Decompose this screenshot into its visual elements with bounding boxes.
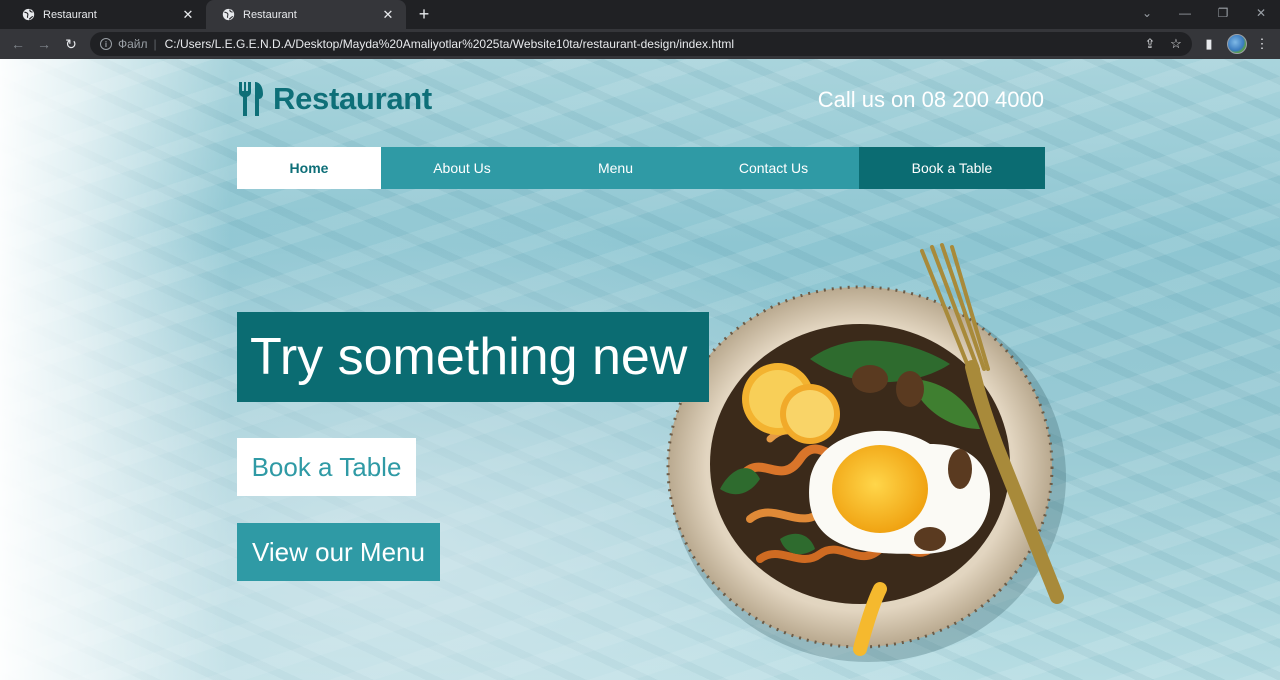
logo-text: Restaurant	[273, 81, 432, 116]
tab-restaurant-1[interactable]: Restaurant ✕	[6, 0, 206, 29]
phone-text: Call us on 08 200 4000	[817, 87, 1044, 112]
side-panel-icon[interactable]: ▮	[1199, 34, 1219, 54]
tab-strip: Restaurant ✕ Restaurant ✕ + ⌄ — ❐ ✕	[0, 0, 1280, 29]
info-icon[interactable]: i	[100, 38, 112, 50]
window-close-icon[interactable]: ✕	[1242, 0, 1280, 26]
tab-title: Restaurant	[243, 8, 297, 21]
site-logo[interactable]: Restaurant	[237, 81, 432, 117]
tab-restaurant-2[interactable]: Restaurant ✕	[206, 0, 406, 29]
nav-home[interactable]: Home	[237, 147, 381, 189]
globe-icon	[22, 8, 35, 21]
browser-toolbar: ← → ↻ i Файл | C:/Users/L.E.G.E.N.D.A/De…	[0, 29, 1280, 59]
restore-icon[interactable]: ❐	[1204, 0, 1242, 26]
reload-icon[interactable]: ↻	[60, 33, 82, 55]
nav-menu[interactable]: Menu	[543, 147, 688, 189]
food-plate-image	[666, 243, 1066, 662]
nav-book-a-table[interactable]: Book a Table	[859, 147, 1045, 189]
main-nav: Home About Us Menu Contact Us Book a Tab…	[237, 147, 1045, 189]
url-text[interactable]: C:/Users/L.E.G.E.N.D.A/Desktop/Mayda%20A…	[165, 37, 734, 51]
scheme-separator: |	[153, 37, 157, 51]
tab-title: Restaurant	[43, 8, 97, 21]
close-icon[interactable]: ✕	[380, 7, 396, 23]
share-icon[interactable]: ⇪	[1140, 34, 1160, 54]
close-icon[interactable]: ✕	[180, 7, 196, 23]
nav-about-us[interactable]: About Us	[381, 147, 543, 189]
hero-title: Try something new	[237, 312, 709, 402]
star-icon[interactable]: ☆	[1166, 34, 1186, 54]
cutlery-icon	[239, 82, 263, 116]
plus-icon[interactable]: +	[414, 4, 434, 24]
forward-icon[interactable]: →	[33, 33, 55, 55]
profile-avatar[interactable]	[1227, 34, 1247, 54]
book-a-table-button[interactable]: Book a Table	[237, 438, 416, 496]
back-icon[interactable]: ←	[7, 33, 29, 55]
minimize-icon[interactable]: —	[1166, 0, 1204, 26]
menu-icon[interactable]: ⋮	[1252, 34, 1272, 54]
page-viewport: Restaurant Call us on 08 200 4000 Home A…	[0, 59, 1280, 680]
nav-contact-us[interactable]: Contact Us	[688, 147, 859, 189]
address-bar[interactable]: i Файл | C:/Users/L.E.G.E.N.D.A/Desktop/…	[90, 32, 1192, 56]
view-our-menu-button[interactable]: View our Menu	[237, 523, 440, 581]
tab-search-icon[interactable]: ⌄	[1128, 0, 1166, 26]
scheme-label: Файл	[118, 37, 148, 51]
globe-icon	[222, 8, 235, 21]
